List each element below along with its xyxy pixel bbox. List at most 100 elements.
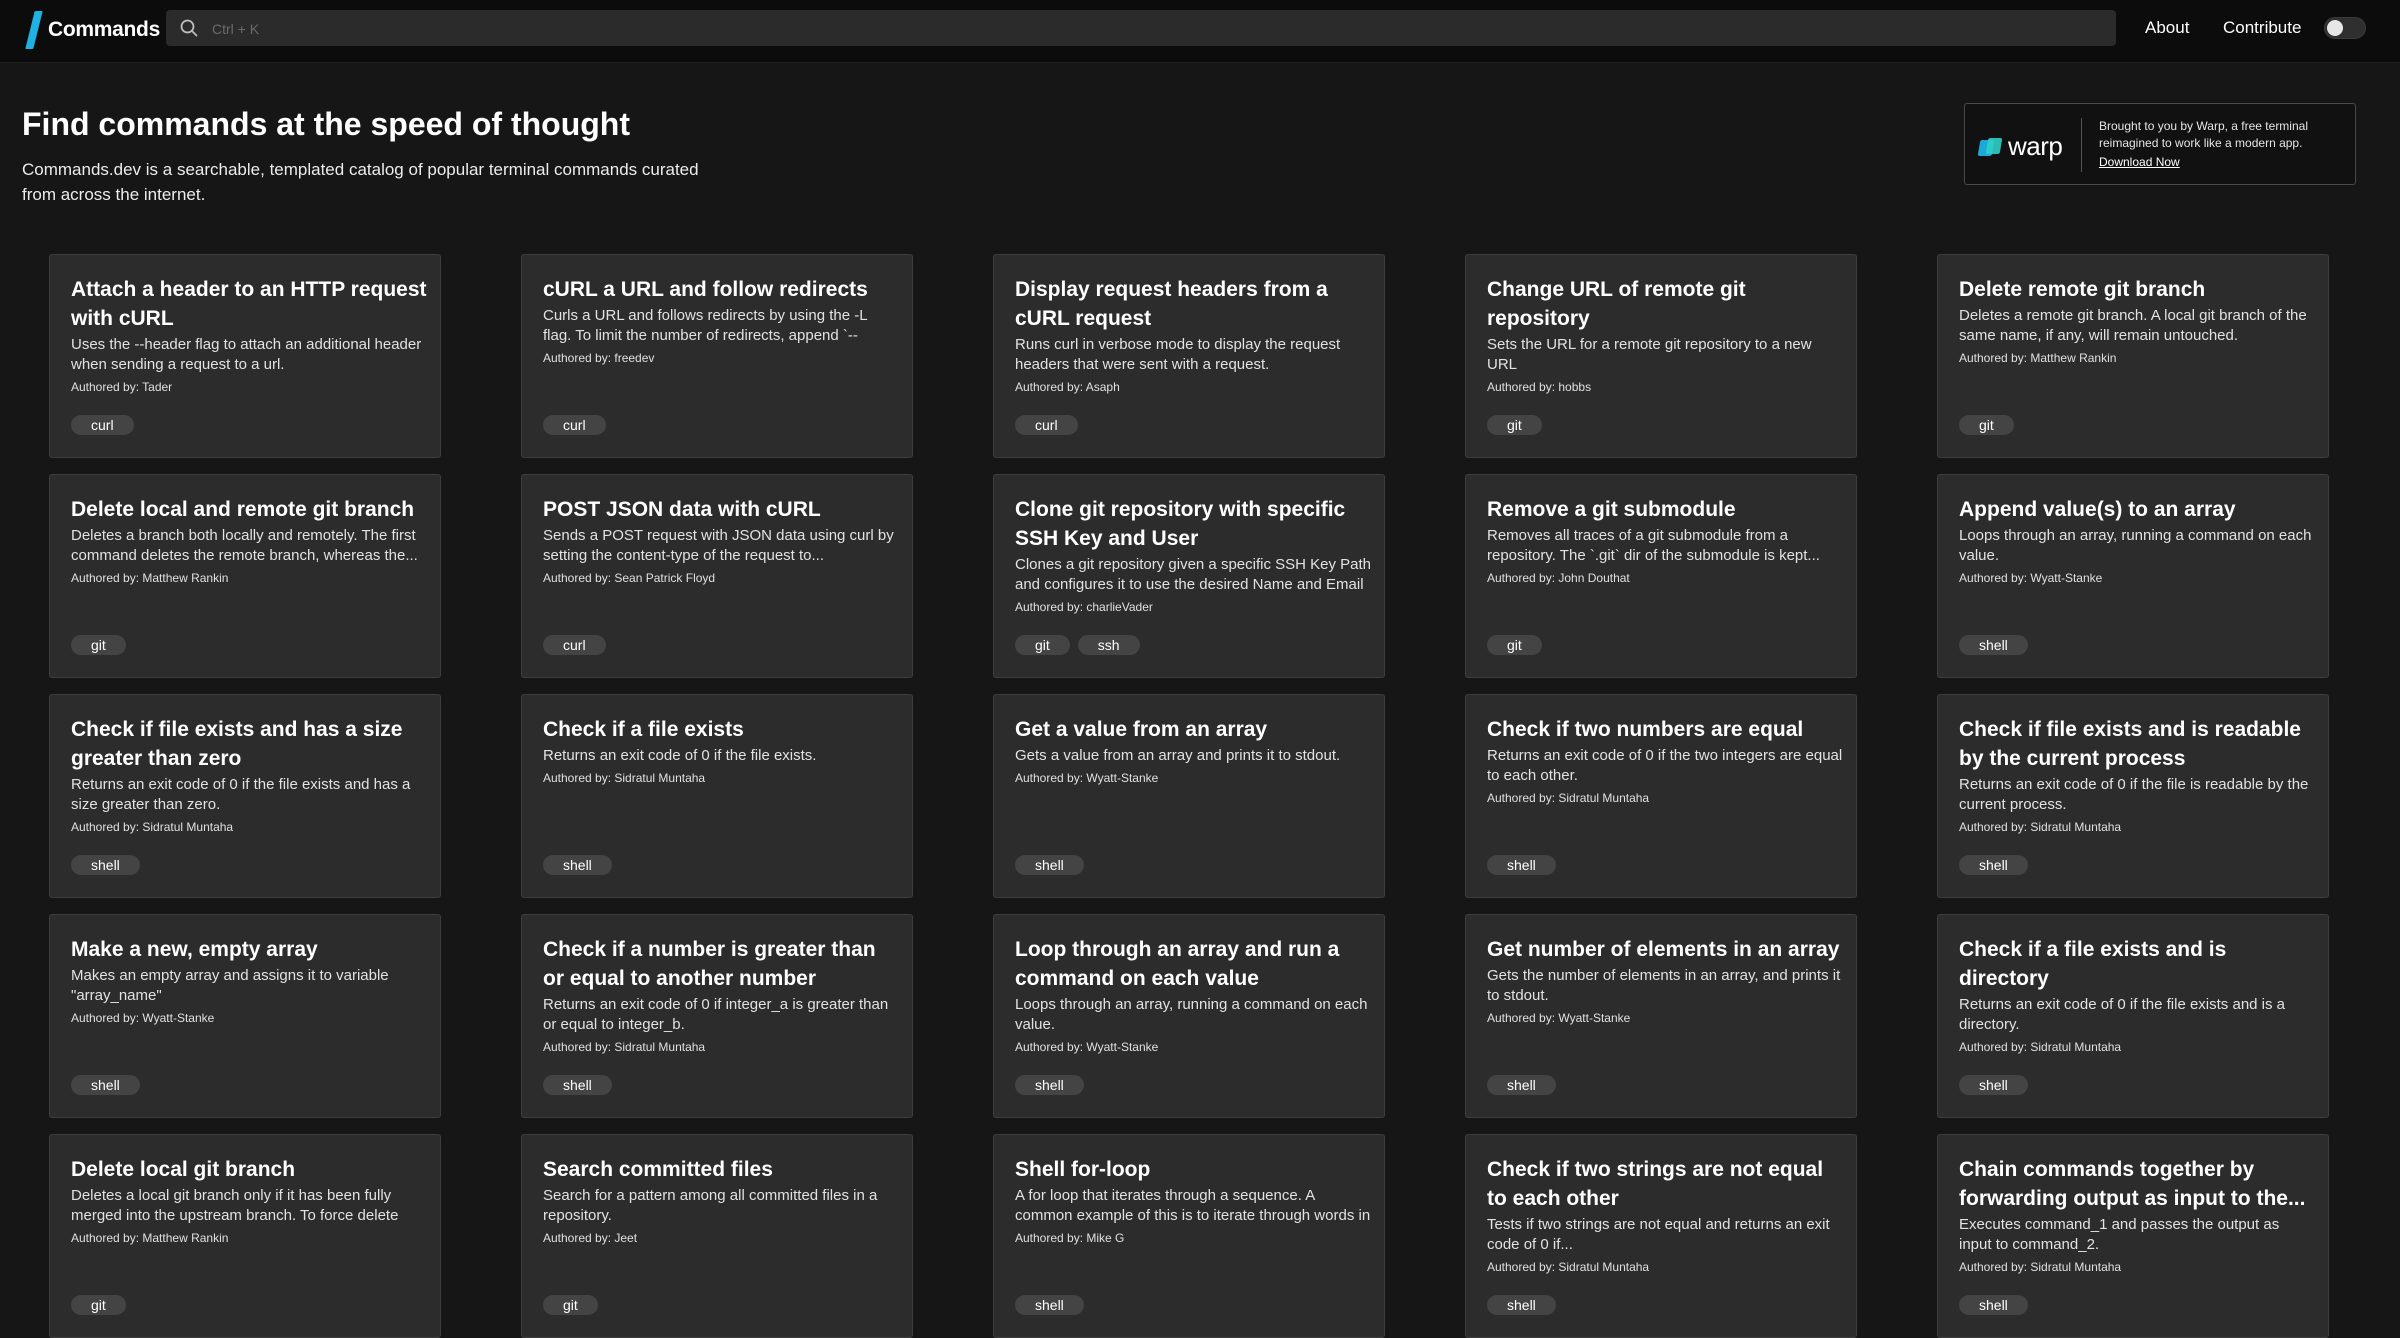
warp-logo-text: warp: [2008, 131, 2063, 161]
tag-badge[interactable]: shell: [1959, 635, 2028, 655]
top-nav: Commands About Contribute: [0, 0, 2400, 63]
command-card[interactable]: Check if two strings are not equal to ea…: [1465, 1134, 1857, 1338]
card-description: Returns an exit code of 0 if the file is…: [1959, 776, 2309, 813]
tag-badge[interactable]: git: [1959, 415, 2014, 435]
tag-badge[interactable]: shell: [71, 855, 140, 875]
command-card[interactable]: cURL a URL and follow redirects Curls a U…: [521, 254, 913, 458]
card-description: Gets a value from an array and prints it…: [1015, 747, 1341, 764]
command-card[interactable]: Search committed files Search for a patte…: [521, 1134, 913, 1338]
command-card[interactable]: Get number of elements in an array Gets t…: [1465, 914, 1857, 1118]
command-card[interactable]: Display request headers from a cURL requ…: [993, 254, 1385, 458]
search-input[interactable]: [210, 10, 2094, 48]
command-card[interactable]: Check if a file exists and is directory R…: [1937, 914, 2329, 1118]
theme-toggle[interactable]: [2324, 17, 2366, 39]
command-card[interactable]: Append value(s) to an array Loops through…: [1937, 474, 2329, 678]
tag-badge[interactable]: shell: [1015, 1295, 1084, 1315]
card-tags: shell: [1959, 635, 2028, 655]
tag-badge[interactable]: shell: [1959, 855, 2028, 875]
tag-badge[interactable]: shell: [1015, 1075, 1084, 1095]
card-title: Remove a git submodule: [1487, 498, 1736, 521]
command-card[interactable]: Clone git repository with specific SSH K…: [993, 474, 1385, 678]
card-author: Authored by: Tader: [71, 380, 173, 394]
command-card[interactable]: Check if a file exists Returns an exit co…: [521, 694, 913, 898]
card-tags: git: [71, 1295, 126, 1315]
card-title: Check if a number is greater than or equ…: [543, 938, 876, 990]
card-body: Gets a value from an array and prints it…: [1015, 746, 1371, 786]
card-body: Search for a pattern among all committed…: [543, 1186, 899, 1246]
tag-badge[interactable]: shell: [1959, 1295, 2028, 1315]
nav-about-link[interactable]: About: [2145, 18, 2189, 38]
command-card[interactable]: Check if two numbers are equal Returns an…: [1465, 694, 1857, 898]
card-body: Uses the --header flag to attach an addi…: [71, 335, 427, 395]
command-card[interactable]: Get a value from an array Gets a value fr…: [993, 694, 1385, 898]
download-now-link[interactable]: Download Now: [2099, 154, 2344, 171]
tag-badge[interactable]: shell: [1487, 1075, 1556, 1095]
card-author: Authored by: hobbs: [1487, 380, 1592, 394]
command-card[interactable]: Change URL of remote git repository Sets …: [1465, 254, 1857, 458]
card-description: Returns an exit code of 0 if the file ex…: [71, 776, 411, 813]
card-body: Returns an exit code of 0 if integer_a i…: [543, 995, 899, 1055]
card-author: Authored by: Wyatt-Stanke: [1015, 771, 1159, 785]
tag-badge[interactable]: shell: [1959, 1075, 2028, 1095]
tag-badge[interactable]: shell: [71, 1075, 140, 1095]
command-card[interactable]: Shell for-loop A for loop that iterates t…: [993, 1134, 1385, 1338]
tag-badge[interactable]: shell: [1015, 855, 1084, 875]
tag-badge[interactable]: shell: [543, 855, 612, 875]
tag-badge[interactable]: git: [71, 635, 126, 655]
card-tags: shell: [1959, 1295, 2028, 1315]
command-card[interactable]: Attach a header to an HTTP request with …: [49, 254, 441, 458]
tag-badge[interactable]: git: [71, 1295, 126, 1315]
command-card[interactable]: Check if file exists and has a size grea…: [49, 694, 441, 898]
card-author: Authored by: Jeet: [543, 1231, 638, 1245]
card-tags: shell: [1959, 1075, 2028, 1095]
command-card[interactable]: Loop through an array and run a command …: [993, 914, 1385, 1118]
search-bar[interactable]: [166, 10, 2116, 48]
card-tags: shell: [1487, 855, 1556, 875]
command-card[interactable]: Delete local git branch Deletes a local g…: [49, 1134, 441, 1338]
tag-badge[interactable]: git: [1487, 635, 1542, 655]
command-card[interactable]: Delete local and remote git branch Delete…: [49, 474, 441, 678]
card-body: Clones a git repository given a specific…: [1015, 555, 1371, 615]
card-title: Check if two numbers are equal: [1487, 718, 1804, 741]
card-body: Sets the URL for a remote git repository…: [1487, 335, 1843, 395]
card-description: Returns an exit code of 0 if integer_a i…: [543, 996, 889, 1033]
command-card[interactable]: Delete remote git branch Deletes a remote…: [1937, 254, 2329, 458]
tag-badge[interactable]: curl: [543, 415, 606, 435]
card-body: Curls a URL and follows redirects by usi…: [543, 306, 899, 366]
home-logo-link[interactable]: Commands: [25, 10, 160, 50]
nav-contribute-link[interactable]: Contribute: [2223, 18, 2301, 38]
tag-badge[interactable]: git: [1015, 635, 1070, 655]
tag-badge[interactable]: shell: [543, 1075, 612, 1095]
card-description: Gets the number of elements in an array,…: [1487, 967, 1841, 1004]
tag-badge[interactable]: curl: [543, 635, 606, 655]
card-title: Get number of elements in an array: [1487, 938, 1840, 961]
command-card[interactable]: Check if file exists and is readable by …: [1937, 694, 2329, 898]
card-description: Curls a URL and follows redirects by usi…: [543, 307, 868, 344]
tag-badge[interactable]: curl: [71, 415, 134, 435]
card-author: Authored by: Sidratul Muntaha: [1959, 820, 2122, 834]
command-card[interactable]: POST JSON data with cURL Sends a POST req…: [521, 474, 913, 678]
card-body: Sends a POST request with JSON data usin…: [543, 526, 899, 586]
card-description: Loops through an array, running a comman…: [1015, 996, 1368, 1033]
command-card[interactable]: Chain commands together by forwarding ou…: [1937, 1134, 2329, 1338]
tag-badge[interactable]: git: [1487, 415, 1542, 435]
card-description: Tests if two strings are not equal and r…: [1487, 1216, 1830, 1253]
tag-badge[interactable]: shell: [1487, 1295, 1556, 1315]
card-tags: git: [71, 635, 126, 655]
tag-badge[interactable]: shell: [1487, 855, 1556, 875]
tag-badge[interactable]: ssh: [1077, 635, 1140, 655]
command-card[interactable]: Remove a git submodule Removes all traces…: [1465, 474, 1857, 678]
command-card[interactable]: Make a new, empty array Makes an empty ar…: [49, 914, 441, 1118]
card-author: Authored by: Sean Patrick Floyd: [543, 571, 716, 585]
card-body: Removes all traces of a git submodule fr…: [1487, 526, 1843, 586]
tag-badge[interactable]: git: [543, 1295, 598, 1315]
card-title: Clone git repository with specific SSH K…: [1015, 498, 1346, 550]
card-description: Deletes a remote git branch. A local git…: [1959, 307, 2307, 344]
card-title: Check if a file exists: [543, 718, 744, 741]
card-title: Check if a file exists and is directory: [1959, 938, 2227, 990]
card-description: Clones a git repository given a specific…: [1015, 556, 1371, 593]
command-card[interactable]: Check if a number is greater than or equ…: [521, 914, 913, 1118]
card-description: Deletes a branch both locally and remote…: [71, 527, 418, 564]
card-author: Authored by: Wyatt-Stanke: [1959, 571, 2103, 585]
tag-badge[interactable]: curl: [1015, 415, 1078, 435]
